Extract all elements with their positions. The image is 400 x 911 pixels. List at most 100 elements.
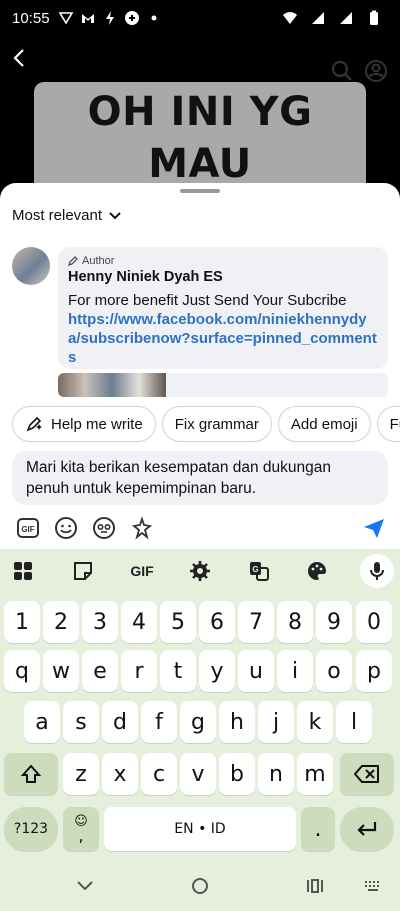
fix-grammar-chip[interactable]: Fix grammar: [161, 406, 272, 442]
key-z[interactable]: z: [63, 753, 99, 795]
system-navigation-bar: [0, 862, 400, 911]
key-0[interactable]: 0: [356, 601, 392, 643]
key-1[interactable]: 1: [4, 601, 40, 643]
key-w[interactable]: w: [43, 650, 79, 692]
sort-label: Most relevant: [12, 207, 103, 224]
period-key[interactable]: .: [301, 807, 335, 851]
key-x[interactable]: x: [102, 753, 138, 795]
send-icon[interactable]: [362, 516, 386, 540]
wifi-icon: [283, 12, 297, 24]
enter-key[interactable]: [340, 807, 394, 851]
avatar-sticker-icon[interactable]: [92, 516, 116, 540]
link-preview[interactable]: [58, 373, 388, 397]
search-icon[interactable]: [330, 59, 354, 83]
key-o[interactable]: o: [316, 650, 352, 692]
key-k[interactable]: k: [297, 701, 333, 743]
effects-sparkle-icon[interactable]: [130, 516, 154, 540]
microphone-icon: [370, 562, 384, 580]
add-emoji-label: Add emoji: [290, 415, 358, 433]
key-s[interactable]: s: [63, 701, 99, 743]
avatar[interactable]: [12, 247, 50, 285]
key-f[interactable]: f: [141, 701, 177, 743]
gif-keyboard-button[interactable]: GIF: [128, 560, 156, 582]
dot-icon: [151, 15, 157, 21]
key-q[interactable]: q: [4, 650, 40, 692]
comment-input[interactable]: Mari kita berikan kesempatan dan dukunga…: [12, 451, 388, 505]
gif-icon[interactable]: GIF: [16, 516, 40, 540]
key-t[interactable]: t: [160, 650, 196, 692]
key-d[interactable]: d: [102, 701, 138, 743]
key-n[interactable]: n: [258, 753, 294, 795]
key-e[interactable]: e: [82, 650, 118, 692]
key-r[interactable]: r: [121, 650, 157, 692]
key-y[interactable]: y: [199, 650, 235, 692]
comment-text: For more benefit Just Send Your Subcribe: [68, 292, 347, 309]
comment-bubble[interactable]: Author Henny Niniek Dyah ES For more ben…: [58, 247, 388, 369]
link-preview-image: [58, 373, 166, 397]
shift-key[interactable]: [4, 753, 58, 795]
key-a[interactable]: a: [24, 701, 60, 743]
composer-toolbar: GIF: [12, 513, 392, 543]
add-emoji-chip[interactable]: Add emoji: [277, 406, 371, 442]
key-5[interactable]: 5: [160, 601, 196, 643]
ai-suggestion-chips: Help me write Fix grammar Add emoji Fu: [12, 406, 400, 442]
signal-icon-2: [340, 12, 352, 24]
comments-sheet: Most relevant Author Henny Niniek Dyah E…: [0, 183, 400, 563]
key-4[interactable]: 4: [121, 601, 157, 643]
pencil-icon: [68, 256, 78, 266]
more-suggestion-chip[interactable]: Fu: [376, 406, 400, 442]
key-2[interactable]: 2: [43, 601, 79, 643]
key-i[interactable]: i: [277, 650, 313, 692]
space-key[interactable]: EN • ID: [104, 807, 296, 851]
key-m[interactable]: m: [297, 753, 333, 795]
key-l[interactable]: l: [336, 701, 372, 743]
key-c[interactable]: c: [141, 753, 177, 795]
fix-grammar-label: Fix grammar: [174, 415, 259, 433]
nav-back-chevron-icon[interactable]: [75, 876, 95, 896]
key-g[interactable]: g: [180, 701, 216, 743]
back-arrow-icon[interactable]: [8, 46, 32, 70]
keyboard-toolbar: GIF G: [0, 549, 400, 595]
key-u[interactable]: u: [238, 650, 274, 692]
nav-home-icon[interactable]: [190, 876, 210, 896]
nav-recents-icon[interactable]: [305, 876, 325, 896]
key-h[interactable]: h: [219, 701, 255, 743]
author-badge: Author: [68, 255, 378, 267]
help-me-write-chip[interactable]: Help me write: [12, 406, 156, 442]
emoji-icon[interactable]: [54, 516, 78, 540]
symbols-key[interactable]: ?123: [4, 807, 58, 851]
key-9[interactable]: 9: [316, 601, 352, 643]
translate-icon[interactable]: G: [248, 560, 270, 582]
author-name[interactable]: Henny Niniek Dyah ES: [68, 269, 378, 285]
bolt-icon: [105, 11, 114, 25]
apps-grid-icon[interactable]: [12, 560, 34, 582]
keyboard-switch-icon[interactable]: [363, 876, 383, 896]
video-player[interactable]: OH INI YG MAU JATUHKAN: [0, 36, 400, 239]
comma-emoji-key[interactable]: ☺ ,: [63, 807, 99, 851]
gmail-icon: [81, 14, 94, 23]
sheet-drag-handle[interactable]: [180, 189, 220, 193]
settings-gear-icon[interactable]: [189, 560, 211, 582]
theme-palette-icon[interactable]: [306, 560, 328, 582]
more-suggestion-label: Fu: [389, 415, 400, 433]
backspace-key[interactable]: [340, 753, 394, 795]
key-p[interactable]: p: [356, 650, 392, 692]
key-6[interactable]: 6: [199, 601, 235, 643]
sticker-icon[interactable]: [72, 560, 94, 582]
key-j[interactable]: j: [258, 701, 294, 743]
keyboard: GIF G 1 2 3 4 5 6 7 8 9 0 q w e r t y u …: [0, 549, 400, 862]
key-8[interactable]: 8: [277, 601, 313, 643]
voice-input-button[interactable]: [360, 554, 394, 588]
key-v[interactable]: v: [180, 753, 216, 795]
key-7[interactable]: 7: [238, 601, 274, 643]
author-tag-label: Author: [82, 255, 115, 267]
key-3[interactable]: 3: [82, 601, 118, 643]
profile-icon[interactable]: [364, 59, 388, 83]
chevron-down-icon: [109, 211, 121, 219]
status-time: 10:55: [12, 9, 50, 27]
sort-dropdown[interactable]: Most relevant: [12, 207, 122, 224]
comment-link[interactable]: https://www.facebook.com/niniekhennydya/…: [68, 310, 378, 367]
status-bar: 10:55: [0, 0, 400, 36]
key-b[interactable]: b: [219, 753, 255, 795]
sparkle-pen-icon: [26, 416, 42, 432]
